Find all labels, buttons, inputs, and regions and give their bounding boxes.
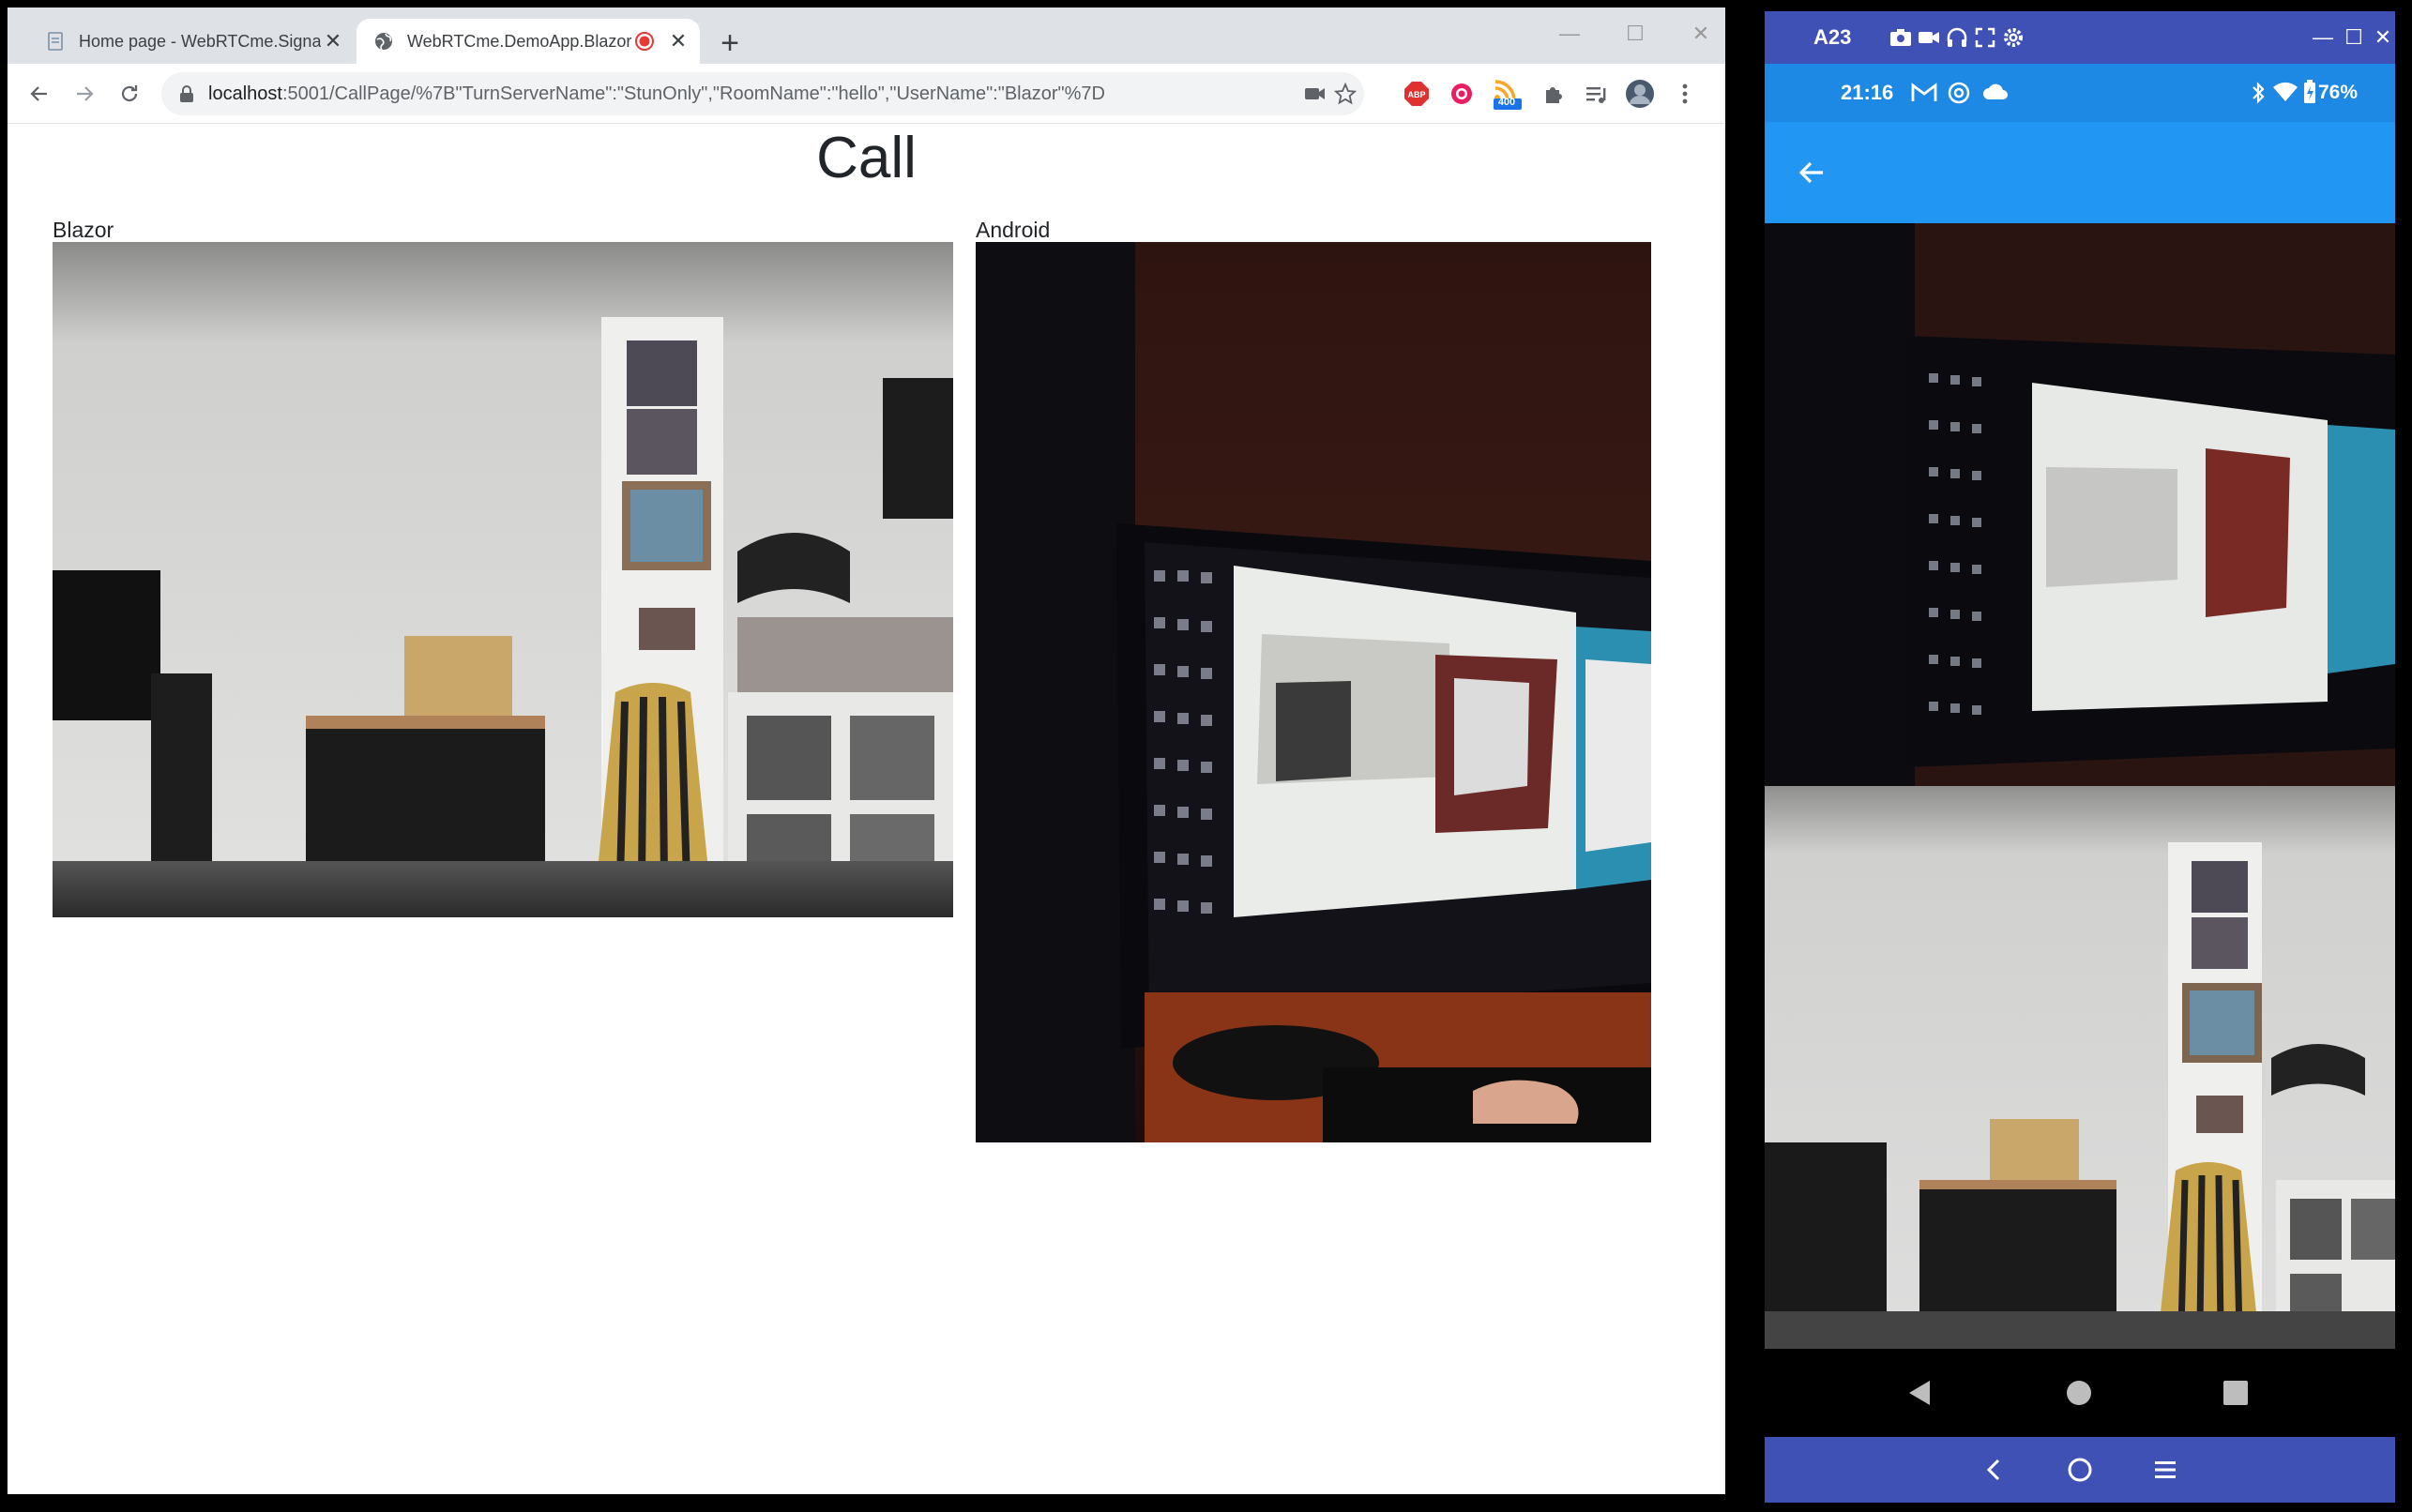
tab-title: WebRTCme.DemoApp.Blazor [407,31,632,51]
bluetooth-icon [2253,82,2265,104]
url-path: :5001/CallPage/%7B"TurnServerName":"Stun… [281,83,1105,104]
lock-icon [180,85,193,102]
room-video-frame [53,242,953,917]
url-text[interactable]: localhost:5001/CallPage/%7B"TurnServerNa… [208,72,1105,115]
chevron-left-icon[interactable] [1982,1458,2007,1482]
close-tab-icon[interactable]: ✕ [321,29,345,53]
nav-recents-icon[interactable] [2223,1381,2248,1405]
battery-icon [2304,80,2315,103]
wifi-icon [2273,82,2298,101]
browser-window: Home page - WebRTCme.SignalR... ✕ WebRTC… [8,8,1725,1494]
rss-extension[interactable]: 400 [1490,77,1524,111]
maximize-button[interactable]: ☐ [1612,17,1659,51]
headphones-icon[interactable] [1944,24,1970,51]
close-window-button[interactable]: ✕ [1677,17,1724,51]
recording-icon [635,32,654,51]
at-sign-icon [1948,82,1970,104]
status-clock: 21:16 [1841,81,1894,104]
url-host: localhost [208,83,282,104]
gmail-icon [1911,83,1937,101]
video-label-blazor: Blazor [53,218,114,242]
svg-text:ABP: ABP [1407,90,1425,99]
playlist-icon [1586,87,1606,103]
arrow-right-icon [77,86,94,101]
battery-percentage: 76% [2318,82,2359,103]
screenshot-icon[interactable] [1888,24,1914,51]
media-control-button[interactable] [1580,77,1614,111]
fullscreen-icon[interactable] [1972,24,1998,51]
home-circle-icon[interactable] [2067,1457,2093,1483]
local-video[interactable] [1765,786,2395,1349]
monitor-video-frame [976,242,1651,1142]
local-video-frame [1765,786,2395,1349]
adblock-extension[interactable]: ABP [1400,77,1434,111]
tab-demo-app[interactable]: WebRTCme.DemoApp.Blazor ✕ [356,19,700,64]
android-nav-bar [1765,1349,2395,1437]
tab-home-page[interactable]: Home page - WebRTCme.SignalR... ✕ [26,19,355,64]
back-arrow-icon[interactable] [1797,158,1827,188]
globe-icon [375,33,392,51]
browser-toolbar: localhost:5001/CallPage/%7B"TurnServerNa… [8,64,1725,124]
page-title: Call [816,126,917,190]
arrow-left-icon [30,86,47,101]
reload-button[interactable] [113,77,146,111]
star-icon[interactable] [1334,83,1357,105]
emulator-minimize-button[interactable]: — [2308,21,2338,54]
video-blazor[interactable] [53,242,953,917]
profile-avatar[interactable] [1623,77,1657,111]
video-label-android: Android [976,218,1051,242]
emulator-close-button[interactable]: ✕ [2368,21,2398,54]
web-page: Call Blazor Android [8,125,1725,1494]
record-extension[interactable] [1445,77,1479,111]
new-tab-button[interactable]: + [713,25,747,61]
nav-back-icon[interactable] [1905,1379,1934,1407]
adblock-icon: ABP [1404,82,1429,106]
emulator-maximize-button[interactable]: ☐ [2339,21,2369,54]
hamburger-menu-icon[interactable] [2153,1459,2177,1481]
extension-badge: 400 [1497,97,1516,108]
remote-video[interactable] [1765,223,2395,786]
video-android[interactable] [976,242,1651,1142]
app-bar [1765,122,2395,223]
document-icon [48,32,63,51]
emulator-title-bar: A23 — ☐ ✕ [1765,11,2395,64]
nav-home-icon[interactable] [2066,1380,2092,1406]
minimize-button[interactable]: — [1546,17,1593,51]
kebab-menu-icon [1682,83,1688,104]
remote-video-frame [1765,223,2395,786]
camera-icon[interactable] [1304,84,1327,103]
back-button[interactable] [23,77,56,111]
cloud-icon [1983,83,2008,99]
video-record-icon[interactable] [1916,24,1942,51]
tab-strip: Home page - WebRTCme.SignalR... ✕ WebRTC… [8,8,1725,64]
tab-title: Home page - WebRTCme.SignalR... [79,31,321,51]
menu-button[interactable] [1668,77,1702,111]
phone-screen: 21:16 76% [1765,64,2395,1437]
reload-icon [121,85,138,102]
puzzle-icon [1546,87,1562,103]
emulator-bottom-bar [1765,1437,2395,1503]
settings-icon[interactable] [2000,24,2026,51]
record-circle-icon [1451,83,1472,104]
address-bar[interactable]: localhost:5001/CallPage/%7B"TurnServerNa… [161,72,1364,115]
extensions-button[interactable] [1537,77,1570,111]
forward-button[interactable] [68,77,101,111]
close-tab-icon[interactable]: ✕ [666,29,690,53]
emulator-device-name: A23 [1813,25,1852,49]
avatar-icon [1626,80,1654,108]
android-status-bar: 21:16 76% [1765,64,2395,122]
